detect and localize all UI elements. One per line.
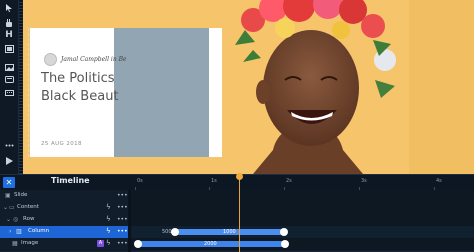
track-lane[interactable]: 2000 bbox=[131, 238, 474, 250]
byline: Jamal Campbell in Be bbox=[44, 53, 127, 66]
track-row-image[interactable]: ▦ Image A ϟ ••• 2000 bbox=[0, 238, 474, 252]
track-label-area[interactable]: ⌄ ◎ Row ϟ ••• bbox=[0, 214, 128, 226]
close-timeline-button[interactable]: ✕ bbox=[3, 177, 15, 188]
more-options-icon[interactable]: ••• bbox=[117, 216, 128, 223]
image-icon[interactable] bbox=[4, 62, 14, 72]
tick-label: 1s bbox=[211, 178, 217, 184]
timeline-title: Timeline bbox=[51, 176, 90, 185]
article-title-line-2: Black Beaut bbox=[41, 89, 119, 104]
track-label-area[interactable]: ⌄ ▭ Content ϟ ••• bbox=[0, 202, 128, 214]
card-guide-line bbox=[28, 28, 29, 157]
track-label-area[interactable]: ▣ Slide ••• bbox=[0, 190, 128, 202]
keyframe-handle-start[interactable] bbox=[134, 240, 142, 248]
timeline-ruler[interactable]: 0s 1s 2s 3s 4s bbox=[131, 174, 474, 190]
article-title[interactable]: The Politics Black Beaut bbox=[41, 70, 221, 106]
slide-icon: ▣ bbox=[5, 192, 11, 199]
track-lane[interactable] bbox=[131, 202, 474, 214]
timeline-tracks: ▣ Slide ••• ⌄ ▭ Content ϟ ••• ⌄ ◎ Row ϟ bbox=[0, 190, 474, 252]
arrow-icon[interactable] bbox=[4, 3, 14, 13]
track-lane[interactable] bbox=[131, 190, 474, 202]
image-track-icon: ▦ bbox=[12, 240, 18, 247]
track-lane[interactable]: 500 1000 bbox=[131, 226, 474, 238]
chevron-right-icon[interactable]: › bbox=[9, 228, 16, 235]
article-card[interactable]: Jamal Campbell in Be The Politics Black … bbox=[30, 28, 222, 157]
layers-icon[interactable] bbox=[4, 44, 14, 54]
keyframe-value: 2000 bbox=[204, 241, 217, 247]
more-options-icon[interactable]: ••• bbox=[117, 192, 128, 199]
section-icon: ▭ bbox=[9, 204, 15, 211]
track-row-content[interactable]: ⌄ ▭ Content ϟ ••• bbox=[0, 202, 474, 214]
track-label: Content bbox=[17, 204, 39, 210]
keyframe-handle-start[interactable] bbox=[171, 228, 179, 236]
keyframe-end-value: 1000 bbox=[223, 229, 236, 235]
design-canvas[interactable]: Jamal Campbell in Be The Politics Black … bbox=[23, 0, 474, 174]
tick-label: 0s bbox=[137, 178, 143, 184]
track-label-area[interactable]: ▦ Image A ϟ ••• bbox=[0, 238, 128, 250]
article-title-line-1: The Politics bbox=[41, 71, 115, 86]
tick-label: 2s bbox=[286, 178, 292, 184]
keyframe-handle-end[interactable] bbox=[281, 240, 289, 248]
bolt-icon[interactable]: ϟ bbox=[106, 215, 111, 223]
tick-label: 4s bbox=[436, 178, 442, 184]
keyboard-icon[interactable] bbox=[4, 88, 14, 98]
bolt-icon[interactable]: ϟ bbox=[106, 203, 111, 211]
heading-icon[interactable]: H bbox=[4, 30, 14, 40]
track-row-column[interactable]: › ▥ Column ϟ ••• 500 1000 bbox=[0, 226, 474, 238]
row-icon: ◎ bbox=[13, 216, 19, 223]
track-label: Slide bbox=[14, 192, 28, 198]
track-label: Row bbox=[23, 216, 35, 222]
hand-icon[interactable] bbox=[4, 18, 14, 28]
scroll-icon[interactable] bbox=[4, 74, 14, 84]
playhead-handle[interactable] bbox=[236, 173, 243, 180]
author-name: Jamal Campbell in Be bbox=[61, 56, 127, 63]
bolt-icon[interactable]: ϟ bbox=[106, 239, 111, 247]
more-options-icon[interactable]: ••• bbox=[117, 204, 128, 211]
tracks-divider[interactable] bbox=[128, 190, 131, 252]
track-label: Image bbox=[21, 240, 39, 246]
chevron-down-icon[interactable]: ⌄ bbox=[6, 216, 13, 223]
more-options-icon[interactable]: ••• bbox=[117, 240, 128, 247]
track-label-area[interactable]: › ▥ Column ϟ ••• bbox=[0, 226, 128, 238]
play-icon[interactable] bbox=[4, 156, 14, 166]
left-toolbar: H bbox=[0, 0, 19, 174]
column-icon: ▥ bbox=[16, 228, 22, 235]
track-row-row[interactable]: ⌄ ◎ Row ϟ ••• bbox=[0, 214, 474, 226]
track-lane[interactable] bbox=[131, 214, 474, 226]
app-root: H Jamal Campbell in Be The Politics Blac… bbox=[0, 0, 474, 252]
bolt-icon[interactable]: ϟ bbox=[106, 227, 111, 235]
track-label: Column bbox=[28, 228, 50, 234]
author-avatar bbox=[44, 53, 57, 66]
more-icon[interactable] bbox=[4, 140, 14, 150]
animation-badge[interactable]: A bbox=[97, 240, 104, 247]
article-date: 25 AUG 2018 bbox=[41, 141, 82, 147]
playhead-line[interactable] bbox=[239, 174, 240, 252]
keyframe-handle-end[interactable] bbox=[280, 228, 288, 236]
more-options-icon[interactable]: ••• bbox=[117, 228, 128, 235]
track-row-slide[interactable]: ▣ Slide ••• bbox=[0, 190, 474, 202]
tick-label: 3s bbox=[361, 178, 367, 184]
